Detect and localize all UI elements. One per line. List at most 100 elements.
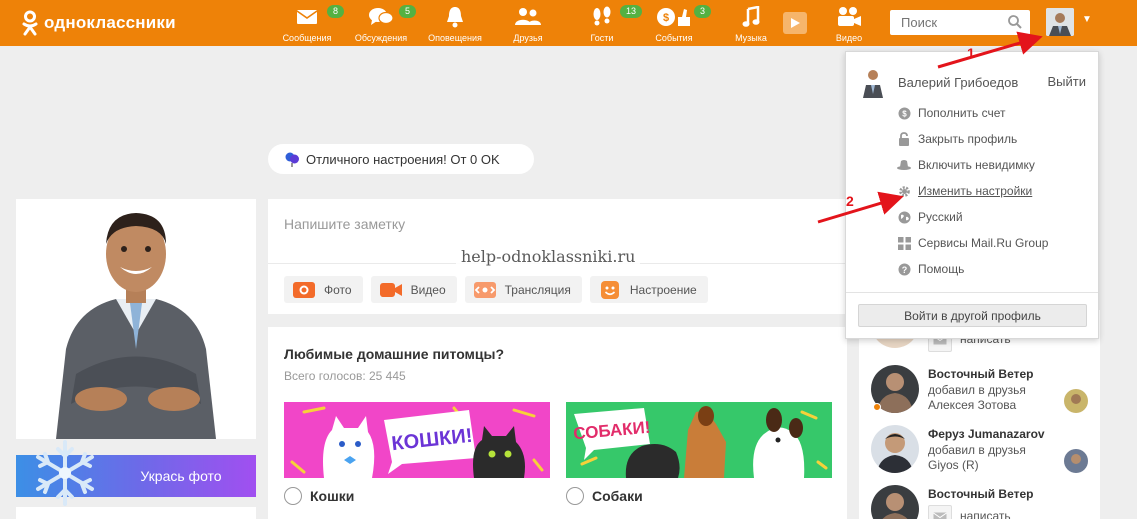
radio-button[interactable] [284, 487, 302, 505]
gear-icon [898, 185, 910, 197]
nav-video[interactable]: Видео [813, 4, 885, 43]
menu-item-label: Русский [918, 210, 963, 224]
watermark: help-odnoklassniki.ru [456, 247, 641, 266]
svg-text:$: $ [663, 12, 669, 24]
note-input[interactable]: Напишите заметку [284, 216, 405, 232]
menu-item-help[interactable]: ? Помощь [897, 262, 964, 276]
menu-item-label: Пополнить счет [918, 106, 1006, 120]
decorate-photo-label: Укрась фото [140, 468, 222, 484]
unread-badge: 5 [399, 5, 417, 18]
nav-guests[interactable]: Гости 13 [566, 4, 643, 43]
menu-item-label: Закрыть профиль [918, 132, 1018, 146]
message-button[interactable] [928, 505, 952, 519]
avatar-image [1064, 449, 1088, 473]
radio-button[interactable] [566, 487, 584, 505]
dropdown-user[interactable]: Валерий Грибоедов [862, 66, 1018, 98]
feed-target[interactable]: Giyos (R) [928, 458, 979, 472]
feed-action: добавил в друзья [928, 383, 1026, 397]
avatar-image [871, 485, 919, 519]
events-icon: $ [657, 8, 690, 26]
menu-item-close-profile[interactable]: Закрыть профиль [897, 132, 1017, 146]
search-icon[interactable] [1008, 15, 1022, 29]
video-play-shortcut[interactable] [783, 12, 807, 34]
avatar-image [862, 66, 884, 98]
logo[interactable]: одноклассники [22, 10, 176, 36]
menu-item-mailru-services[interactable]: Сервисы Mail.Ru Group [897, 236, 1048, 250]
note-broadcast-button[interactable]: Трансляция [464, 276, 582, 303]
mood-text: Отличного настроения! От 0 OK [306, 151, 500, 167]
divider [846, 292, 1098, 293]
feed-user-name[interactable]: Восточный Ветер [928, 487, 1034, 501]
left-card [16, 507, 256, 519]
footprints-icon [593, 6, 611, 26]
note-video-button[interactable]: Видео [370, 276, 457, 303]
bell-icon [447, 7, 463, 28]
search-input[interactable] [890, 10, 1000, 35]
menu-item-label: Сервисы Mail.Ru Group [918, 236, 1049, 250]
poll-option-image-cats[interactable]: КОШКИ! [284, 402, 550, 478]
search-box[interactable] [890, 10, 1030, 35]
snowflake-icon [36, 440, 94, 506]
menu-item-language[interactable]: Русский [897, 210, 963, 224]
logout-link[interactable]: Выйти [1048, 74, 1087, 89]
friend-avatar[interactable] [1064, 449, 1088, 473]
poll-option-label: Собаки [592, 488, 643, 504]
svg-text:$: $ [902, 109, 907, 118]
chevron-down-icon[interactable]: ▼ [1082, 14, 1092, 25]
svg-text:?: ? [901, 265, 907, 275]
friend-avatar[interactable] [1064, 389, 1088, 413]
feed-user-name[interactable]: Восточный Ветер [928, 367, 1034, 381]
feed-target[interactable]: Алексея Зотова [928, 398, 1016, 412]
note-broadcast-label: Трансляция [504, 282, 571, 297]
top-bar: одноклассники Сообщения 8 Обсуждения 5 О… [0, 0, 1137, 46]
poll-option-image-dogs[interactable]: СОБАКИ! [566, 402, 832, 478]
video-camera-icon [379, 282, 402, 297]
nav-music[interactable]: Музыка [715, 4, 787, 43]
poll-question: Любимые домашние питомцы? [284, 346, 505, 362]
note-mood-label: Настроение [629, 282, 697, 297]
menu-item-label: Помощь [918, 262, 965, 276]
nav-messages[interactable]: Сообщения 8 [271, 4, 345, 43]
menu-item-top-up[interactable]: $ Пополнить счет [897, 106, 1006, 120]
nav-label: Видео [835, 33, 863, 43]
avatar[interactable] [871, 485, 919, 519]
poll-option-label: Кошки [310, 488, 355, 504]
nav-friends[interactable]: Друзья [492, 4, 564, 43]
logo-text: одноклассники [44, 13, 176, 32]
avatar-image [1064, 389, 1088, 413]
nav-label: Гости [590, 33, 614, 43]
video-camera-icon [838, 7, 861, 26]
nav-discussions[interactable]: Обсуждения 5 [345, 4, 417, 43]
nav-label: События [655, 33, 693, 43]
balloons-icon [285, 152, 299, 167]
menu-item-invisible[interactable]: Включить невидимку [897, 158, 1035, 172]
nav-label: Музыка [735, 33, 767, 43]
nav-events[interactable]: $ События 3 [638, 4, 712, 43]
note-mood-button[interactable]: Настроение [589, 276, 708, 303]
poll-option-cats[interactable]: Кошки [284, 487, 354, 505]
user-avatar-button[interactable] [1046, 8, 1074, 36]
nav-notifications[interactable]: Оповещения [419, 4, 491, 43]
coin-icon: $ [898, 107, 910, 119]
note-photo-button[interactable]: Фото [284, 276, 363, 303]
menu-item-settings[interactable]: Изменить настройки [897, 184, 1032, 198]
mood-banner[interactable]: Отличного настроения! От 0 OK [268, 144, 534, 174]
menu-item-label: Включить невидимку [918, 158, 1035, 172]
online-indicator [873, 403, 881, 411]
profile-photo[interactable] [16, 199, 256, 439]
avatar[interactable] [871, 425, 919, 473]
feed-user-name[interactable]: Феруз Jumanazarov [928, 427, 1045, 441]
camera-icon [293, 281, 315, 298]
ok-logo-icon [22, 10, 38, 36]
envelope-icon [933, 512, 947, 519]
switch-profile-button[interactable]: Войти в другой профиль [858, 304, 1087, 327]
hat-icon [897, 160, 911, 170]
poll-card: Любимые домашние питомцы? Всего голосов:… [268, 327, 847, 519]
dropdown-user-name: Валерий Грибоедов [898, 74, 1019, 90]
help-icon: ? [898, 263, 910, 275]
nav-label: Обсуждения [354, 33, 408, 43]
feed-action[interactable]: написать [960, 509, 1011, 519]
poll-option-dogs[interactable]: Собаки [566, 487, 643, 505]
avatar[interactable] [862, 66, 884, 98]
nav-label: Оповещения [428, 33, 482, 43]
